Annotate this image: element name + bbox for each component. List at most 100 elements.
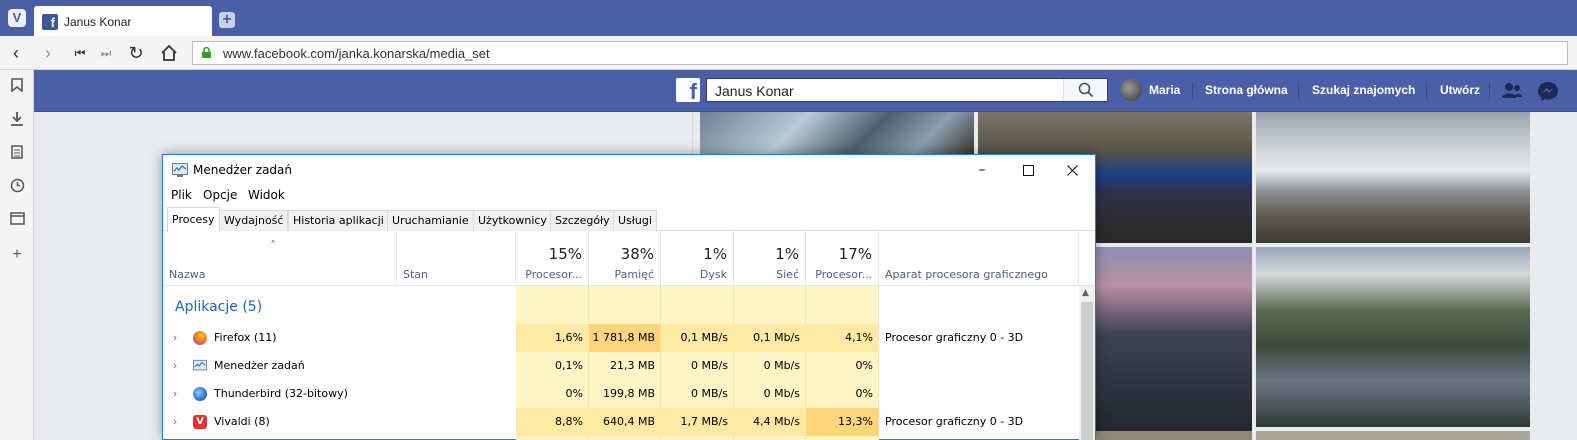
- column-name-label: Nazwa: [169, 268, 206, 281]
- search-icon: [1078, 82, 1094, 98]
- facebook-search-input[interactable]: Janus Konar: [706, 78, 1108, 102]
- facebook-header: f Janus Konar Maria Strona główna Szukaj…: [34, 70, 1577, 112]
- secure-lock-icon: [202, 47, 211, 58]
- maximize-button[interactable]: [1005, 155, 1051, 185]
- vivaldi-menu-icon[interactable]: V: [8, 9, 26, 27]
- messenger-icon[interactable]: [1537, 81, 1559, 101]
- table-row-vivaldi[interactable]: › V Vivaldi (8) 8,8% 640,4 MB 1,7 MB/s 4…: [163, 408, 1079, 436]
- user-avatar[interactable]: [1120, 79, 1142, 101]
- window-panel-icon[interactable]: [8, 212, 26, 230]
- add-panel-plus-icon[interactable]: +: [8, 246, 26, 264]
- tab-startup[interactable]: Uruchamianie: [387, 210, 474, 231]
- create-link[interactable]: Utwórz: [1440, 83, 1480, 97]
- gpu-value: 0%: [855, 387, 873, 400]
- scroll-up-arrow-icon[interactable]: ▲: [1082, 288, 1089, 298]
- network-value: 0,1 Mb/s: [734, 324, 806, 352]
- glacier-photo[interactable]: [700, 112, 974, 156]
- memory-value: 640,4 MB: [589, 408, 661, 436]
- column-network[interactable]: 1% Sieć: [734, 231, 806, 286]
- column-cpu-label: Procesor...: [525, 268, 582, 281]
- cpu-value: 0%: [565, 387, 583, 400]
- memory-value: 21,3 MB: [609, 359, 655, 372]
- browser-side-panel: +: [0, 70, 34, 440]
- browser-tab[interactable]: f Janus Konar: [34, 6, 212, 36]
- partial-photo[interactable]: [1256, 431, 1530, 440]
- gpu-engine-value: Procesor graficzny 0 - 3D: [885, 415, 1024, 428]
- scrollbar-thumb[interactable]: [1081, 302, 1093, 440]
- fast-forward-icon[interactable]: ⏭: [95, 42, 117, 64]
- search-value: Janus Konar: [715, 83, 794, 99]
- tab-strip: Procesy Wydajność Historia aplikacji Uru…: [163, 207, 1095, 232]
- disk-total-percent: 1%: [703, 245, 727, 263]
- network-value: 0 Mb/s: [763, 387, 800, 400]
- column-gpu-engine[interactable]: Aparat procesora graficznego: [879, 231, 1079, 286]
- search-button[interactable]: [1063, 79, 1107, 101]
- browser-tab-bar: V f Janus Konar +: [0, 0, 1577, 36]
- table-row-thunderbird[interactable]: › Thunderbird (32-bitowy) 0% 199,8 MB 0 …: [163, 380, 1079, 408]
- process-list: Aplikacje (5) › Firefox (11) 1,6% 1 781,…: [163, 286, 1079, 440]
- nav-divider: [1489, 82, 1490, 100]
- expand-chevron-icon[interactable]: ›: [173, 359, 177, 372]
- facebook-favicon-icon: f: [42, 14, 58, 30]
- cpu-value: 8,8%: [516, 408, 589, 436]
- column-disk-label: Dysk: [699, 268, 727, 281]
- home-icon[interactable]: [158, 42, 180, 64]
- memory-value: 199,8 MB: [602, 387, 655, 400]
- reload-icon[interactable]: ↻: [125, 42, 147, 64]
- nav-divider: [1192, 82, 1193, 100]
- address-bar[interactable]: www.facebook.com/janka.konarska/media_se…: [192, 41, 1568, 65]
- notes-icon[interactable]: [8, 145, 26, 163]
- tab-app-history[interactable]: Historia aplikacji: [288, 210, 389, 231]
- tab-services[interactable]: Usługi: [613, 210, 657, 231]
- expand-chevron-icon[interactable]: ›: [173, 415, 177, 428]
- sort-ascending-icon: ˆ: [270, 239, 276, 253]
- rock-pond-photo[interactable]: [1256, 247, 1530, 427]
- rewind-icon[interactable]: ⏮: [69, 42, 91, 64]
- column-status-label: Stan: [403, 268, 429, 281]
- menu-options[interactable]: Opcje: [203, 188, 237, 202]
- nav-divider: [1298, 82, 1299, 100]
- new-tab-plus-icon[interactable]: +: [219, 12, 235, 28]
- partial-photo[interactable]: [1096, 431, 1252, 440]
- dusk-hills-photo[interactable]: [1096, 247, 1252, 440]
- history-clock-icon[interactable]: [8, 178, 26, 196]
- snowy-mountains-photo[interactable]: [1256, 112, 1530, 243]
- expand-chevron-icon[interactable]: ›: [173, 331, 177, 344]
- tab-processes[interactable]: Procesy: [167, 207, 220, 232]
- back-arrow-icon[interactable]: ‹: [5, 42, 27, 64]
- tab-performance[interactable]: Wydajność: [219, 210, 289, 231]
- home-link[interactable]: Strona główna: [1205, 83, 1288, 97]
- bookmarks-icon[interactable]: [8, 78, 26, 96]
- vertical-scrollbar[interactable]: ▲: [1079, 286, 1095, 440]
- column-name[interactable]: ˆ Nazwa: [163, 231, 397, 286]
- column-gpu[interactable]: 17% Procesor...: [806, 231, 879, 286]
- friend-requests-icon[interactable]: [1501, 81, 1523, 101]
- title-bar[interactable]: Menedżer zadań –: [163, 155, 1095, 185]
- group-header-apps[interactable]: Aplikacje (5): [175, 299, 262, 315]
- expand-chevron-icon[interactable]: ›: [173, 387, 177, 400]
- tab-users[interactable]: Użytkownicy: [473, 210, 552, 231]
- column-memory[interactable]: 38% Pamięć: [589, 231, 661, 286]
- menu-view[interactable]: Widok: [248, 188, 285, 202]
- column-memory-label: Pamięć: [614, 268, 654, 281]
- downloads-icon[interactable]: [8, 111, 26, 129]
- facebook-logo-icon[interactable]: f: [676, 78, 700, 104]
- table-row-firefox[interactable]: › Firefox (11) 1,6% 1 781,8 MB 0,1 MB/s …: [163, 324, 1079, 352]
- memory-value: 1 781,8 MB: [589, 324, 661, 352]
- close-button[interactable]: [1049, 155, 1095, 185]
- gpu-value: 0%: [855, 359, 873, 372]
- vivaldi-icon: V: [193, 415, 207, 429]
- table-row-task-manager[interactable]: › Menedżer zadań 0,1% 21,3 MB 0 MB/s 0 M…: [163, 352, 1079, 380]
- column-cpu[interactable]: 15% Procesor...: [516, 231, 589, 286]
- menu-file[interactable]: Plik: [171, 188, 192, 202]
- minimize-button[interactable]: –: [959, 155, 1005, 185]
- profile-link[interactable]: Maria: [1149, 83, 1180, 97]
- tab-details[interactable]: Szczegóły: [550, 210, 615, 231]
- column-disk[interactable]: 1% Dysk: [661, 231, 734, 286]
- tab-title: Janus Konar: [64, 15, 132, 29]
- column-status[interactable]: Stan: [397, 231, 516, 286]
- disk-value: 1,7 MB/s: [661, 408, 734, 436]
- task-manager-window: Menedżer zadań – Plik Opcje Widok Proces…: [162, 154, 1096, 440]
- find-friends-link[interactable]: Szukaj znajomych: [1312, 83, 1415, 97]
- forward-arrow-icon[interactable]: ›: [37, 42, 59, 64]
